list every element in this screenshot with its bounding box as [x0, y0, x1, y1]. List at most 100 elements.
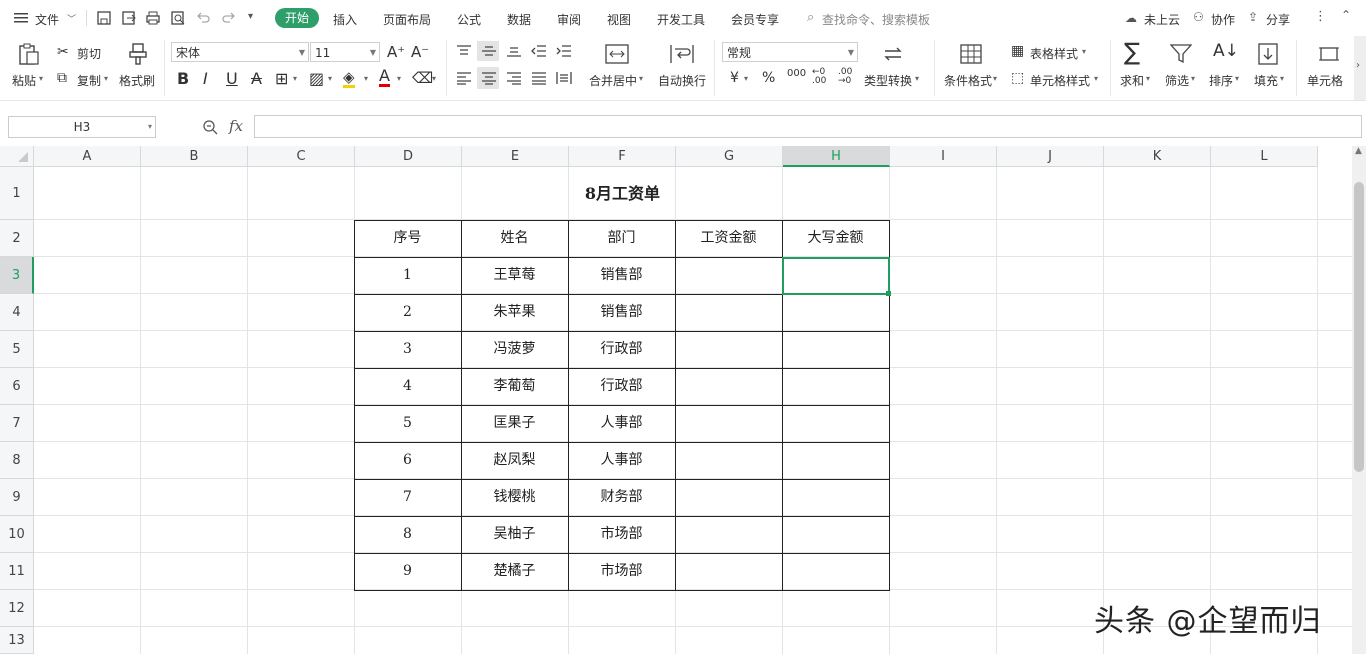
column-header-G[interactable]: G [676, 146, 783, 167]
number-format-select[interactable]: 常规 ▼ [722, 42, 858, 62]
print-icon[interactable] [145, 10, 161, 26]
column-header-F[interactable]: F [569, 146, 676, 167]
no-cell[interactable]: 3 [354, 331, 461, 368]
tab-review[interactable]: 审阅 [557, 11, 581, 28]
print-preview-icon[interactable] [170, 10, 186, 26]
outdent-icon[interactable] [531, 44, 547, 58]
name-cell[interactable]: 楚橘子 [461, 553, 568, 590]
fill-icon[interactable] [1258, 43, 1278, 65]
collapse-ribbon-icon[interactable]: ⌃ [1341, 8, 1351, 22]
table-style-button[interactable]: 表格样式 [1030, 45, 1078, 62]
dept-cell[interactable]: 销售部 [568, 257, 675, 294]
column-header-A[interactable]: A [34, 146, 141, 167]
copy-button[interactable]: 复制 [77, 72, 101, 89]
collab-button[interactable]: 协作 [1211, 11, 1235, 28]
row-header-5[interactable]: 5 [0, 331, 34, 368]
font-size-select[interactable]: 11 ▼ [310, 42, 380, 62]
eraser-icon[interactable]: ⌫ [412, 69, 433, 87]
chevron-down-icon[interactable]: ▾ [915, 74, 919, 83]
dept-cell[interactable]: 行政部 [568, 368, 675, 405]
column-header-L[interactable]: L [1211, 146, 1318, 167]
command-search[interactable]: 查找命令、搜索模板 [822, 11, 930, 28]
align-right-icon[interactable] [506, 71, 522, 85]
hamburger-icon[interactable] [14, 12, 30, 24]
name-cell[interactable]: 匡果子 [461, 405, 568, 442]
cell-button[interactable]: 单元格 [1307, 72, 1343, 89]
undo-icon[interactable] [195, 10, 211, 26]
amount-words-cell[interactable] [782, 368, 889, 405]
more-icon[interactable]: ⋮ [1314, 9, 1327, 24]
no-cell[interactable]: 9 [354, 553, 461, 590]
justify-icon[interactable] [531, 71, 547, 85]
chevron-down-icon[interactable]: ▾ [293, 74, 297, 83]
fill-pattern-icon[interactable]: ▨ [309, 69, 324, 88]
amount-words-cell[interactable] [782, 479, 889, 516]
cloud-status[interactable]: 未上云 [1144, 11, 1180, 28]
no-cell[interactable]: 8 [354, 516, 461, 553]
dept-cell[interactable]: 人事部 [568, 442, 675, 479]
type-convert-button[interactable]: 类型转换 [864, 72, 912, 89]
row-header-4[interactable]: 4 [0, 294, 34, 331]
chevron-down-icon[interactable]: ▾ [639, 74, 643, 83]
customize-toolbar-icon[interactable]: ▾ [248, 11, 253, 22]
name-cell[interactable]: 吴柚子 [461, 516, 568, 553]
no-cell[interactable]: 1 [354, 257, 461, 294]
tab-home[interactable]: 开始 [275, 8, 319, 28]
row-header-10[interactable]: 10 [0, 516, 34, 553]
dept-cell[interactable]: 行政部 [568, 331, 675, 368]
scroll-thumb[interactable] [1354, 182, 1364, 472]
salary-cell[interactable] [675, 516, 782, 553]
chevron-down-icon[interactable]: ▾ [1280, 74, 1284, 83]
merge-center-icon[interactable] [605, 44, 629, 64]
distributed-icon[interactable] [556, 71, 572, 85]
table-header-cell[interactable]: 序号 [354, 220, 461, 257]
table-header-cell[interactable]: 工资金额 [675, 220, 782, 257]
no-cell[interactable]: 5 [354, 405, 461, 442]
filter-button[interactable]: 筛选 [1165, 72, 1189, 89]
row-header-6[interactable]: 6 [0, 368, 34, 405]
strikethrough-icon[interactable]: A [251, 69, 262, 88]
tab-page-layout[interactable]: 页面布局 [383, 11, 431, 28]
chevron-down-icon[interactable]: ▾ [1235, 74, 1239, 83]
chevron-down-icon[interactable]: ▾ [364, 74, 368, 83]
dept-cell[interactable]: 市场部 [568, 553, 675, 590]
column-header-C[interactable]: C [248, 146, 355, 167]
fill-color-icon[interactable]: ◈ [343, 69, 355, 88]
filter-icon[interactable] [1170, 44, 1192, 64]
search-icon[interactable]: ⌕ [807, 10, 814, 25]
chevron-down-icon[interactable]: ▾ [1082, 47, 1086, 56]
indent-icon[interactable] [556, 44, 572, 58]
cell-icon[interactable] [1318, 44, 1340, 64]
no-cell[interactable]: 6 [354, 442, 461, 479]
thousands-icon[interactable]: 000 [787, 68, 806, 79]
row-header-3[interactable]: 3 [0, 257, 34, 294]
name-cell[interactable]: 王草莓 [461, 257, 568, 294]
formula-input[interactable] [254, 115, 1362, 138]
fill-button[interactable]: 填充 [1254, 72, 1278, 89]
column-header-H[interactable]: H [783, 146, 890, 167]
zoom-icon[interactable] [202, 119, 218, 135]
column-header-B[interactable]: B [141, 146, 248, 167]
wrap-text-icon[interactable] [670, 44, 694, 64]
row-header-13[interactable]: 13 [0, 627, 34, 654]
sum-icon[interactable]: ∑ [1124, 38, 1140, 66]
table-header-cell[interactable]: 部门 [568, 220, 675, 257]
align-top-icon[interactable] [456, 44, 472, 58]
row-header-8[interactable]: 8 [0, 442, 34, 479]
sort-button[interactable]: 排序 [1209, 72, 1233, 89]
underline-icon[interactable]: U [226, 69, 238, 88]
name-cell[interactable]: 李葡萄 [461, 368, 568, 405]
row-header-11[interactable]: 11 [0, 553, 34, 590]
column-header-K[interactable]: K [1104, 146, 1211, 167]
salary-cell[interactable] [675, 331, 782, 368]
active-cell-selection[interactable] [782, 257, 890, 295]
name-cell[interactable]: 朱苹果 [461, 294, 568, 331]
dept-cell[interactable]: 财务部 [568, 479, 675, 516]
no-cell[interactable]: 4 [354, 368, 461, 405]
export-icon[interactable] [121, 10, 137, 26]
row-header-1[interactable]: 1 [0, 167, 34, 220]
bold-icon[interactable]: B [177, 69, 189, 88]
salary-cell[interactable] [675, 368, 782, 405]
no-cell[interactable]: 7 [354, 479, 461, 516]
salary-cell[interactable] [675, 257, 782, 294]
